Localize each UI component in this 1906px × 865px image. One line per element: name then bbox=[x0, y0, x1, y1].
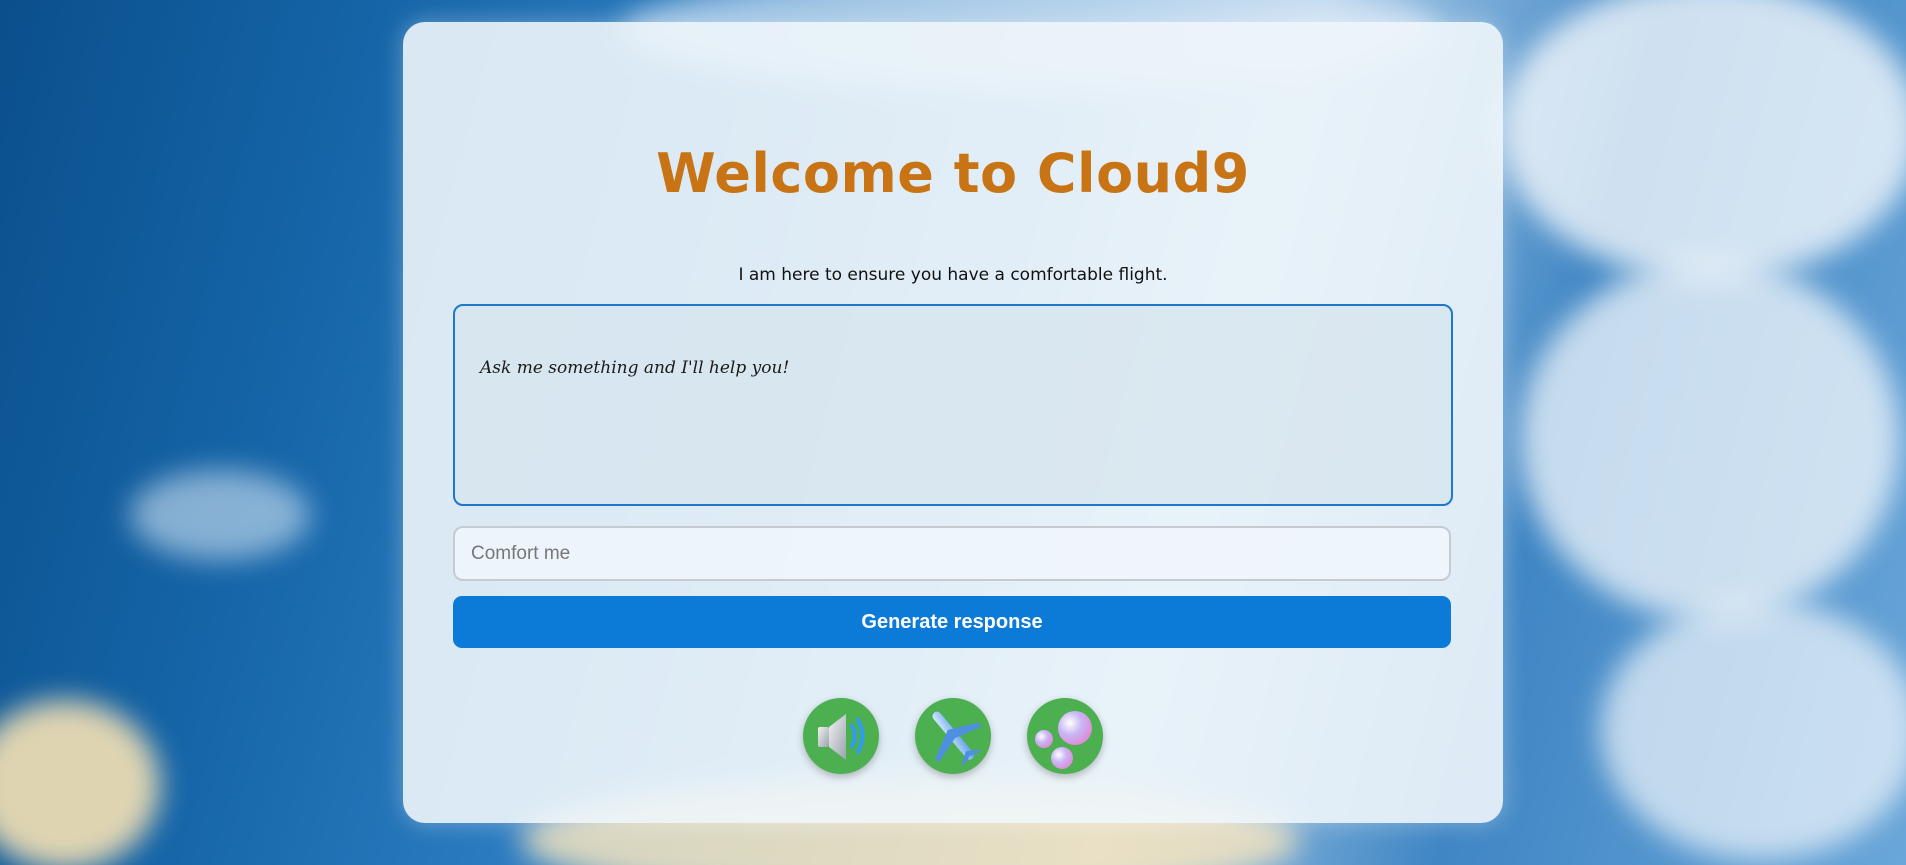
background-cloud bbox=[1500, 0, 1906, 280]
airplane-button[interactable] bbox=[915, 698, 991, 774]
response-text: Ask me something and I'll help you! bbox=[480, 358, 790, 378]
speaker-icon bbox=[818, 714, 865, 760]
background-cloud bbox=[1520, 260, 1900, 620]
background-cloud bbox=[0, 700, 160, 865]
page-title: Welcome to Cloud9 bbox=[656, 142, 1250, 205]
bubbles-button[interactable] bbox=[1027, 698, 1103, 774]
airplane-icon bbox=[932, 711, 982, 767]
background-cloud bbox=[130, 470, 310, 560]
response-box: Ask me something and I'll help you! bbox=[453, 304, 1453, 506]
speaker-button[interactable] bbox=[803, 698, 879, 774]
page-subtitle: I am here to ensure you have a comfortab… bbox=[738, 265, 1168, 285]
main-card: Welcome to Cloud9 I am here to ensure yo… bbox=[403, 22, 1503, 823]
bubbles-icon bbox=[1035, 711, 1092, 769]
comfort-input[interactable] bbox=[453, 526, 1451, 581]
background-cloud bbox=[1600, 600, 1906, 860]
generate-response-button[interactable]: Generate response bbox=[453, 596, 1451, 648]
action-icons bbox=[403, 698, 1503, 774]
